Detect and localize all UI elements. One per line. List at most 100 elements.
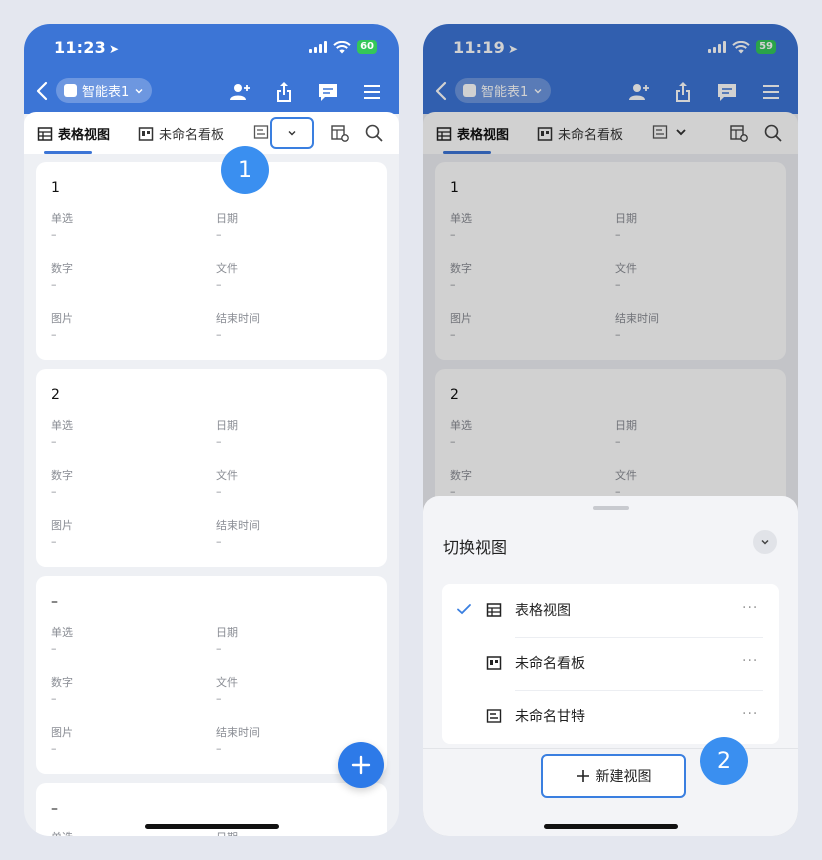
record-card-list: 1 单选 – 日期 – 数字 – 文件 – 图片 – 结束时间 – 2 单选 –… bbox=[24, 154, 399, 836]
field-label: 单选 bbox=[51, 626, 73, 639]
back-icon[interactable] bbox=[32, 79, 52, 103]
field-value: – bbox=[51, 642, 57, 655]
comment-icon bbox=[319, 84, 337, 101]
more-options-icon[interactable]: ··· bbox=[742, 706, 758, 722]
field-value: – bbox=[51, 692, 57, 705]
sheet-drag-handle[interactable] bbox=[593, 506, 629, 510]
field-label: 文件 bbox=[216, 262, 238, 275]
view-tab-bar: 表格视图 未命名看板 bbox=[24, 112, 399, 154]
cellular-signal-icon bbox=[309, 41, 328, 53]
field-value: – bbox=[51, 228, 57, 241]
field-label: 结束时间 bbox=[216, 726, 260, 739]
field-label: 日期 bbox=[216, 626, 238, 639]
field-value: – bbox=[216, 742, 222, 755]
field-value: – bbox=[51, 435, 57, 448]
collapse-sheet-button[interactable] bbox=[753, 530, 777, 554]
status-time: 11:23 ➤ bbox=[54, 38, 120, 57]
nav-row: 智能表1 bbox=[24, 74, 399, 108]
add-record-button[interactable] bbox=[338, 742, 384, 788]
field-label: 数字 bbox=[51, 262, 73, 275]
field-label: 图片 bbox=[51, 726, 73, 739]
field-label: 数字 bbox=[51, 676, 73, 689]
kanban-view-icon bbox=[138, 126, 154, 141]
grid-view-icon bbox=[486, 603, 502, 617]
doc-title-chip[interactable]: 智能表1 bbox=[56, 78, 153, 103]
field-value: – bbox=[216, 485, 222, 498]
home-indicator bbox=[145, 824, 279, 829]
location-arrow-icon: ➤ bbox=[108, 42, 120, 56]
record-title: 2 bbox=[51, 387, 60, 403]
field-value: – bbox=[51, 278, 57, 291]
field-label: 图片 bbox=[51, 312, 73, 325]
field-label: 数字 bbox=[51, 469, 73, 482]
wifi-icon bbox=[333, 40, 351, 53]
battery-icon: 60 bbox=[357, 40, 377, 54]
step-badge-1: 1 bbox=[221, 146, 269, 194]
switch-view-sheet: 切换视图 表格视图 ··· 未命名看板 ··· 未命名甘特 ··· 新建视图 bbox=[423, 496, 798, 836]
share-button[interactable] bbox=[271, 79, 297, 105]
view-item-label: 未命名甘特 bbox=[515, 709, 585, 725]
gantt-view-icon bbox=[486, 709, 502, 723]
view-settings-icon[interactable] bbox=[330, 123, 350, 143]
field-value: – bbox=[216, 278, 222, 291]
add-collaborator-button[interactable] bbox=[227, 79, 253, 105]
chevron-down-icon bbox=[135, 88, 143, 93]
comments-button[interactable] bbox=[315, 79, 341, 105]
field-label: 单选 bbox=[51, 212, 73, 225]
tab-gantt-view-partial[interactable] bbox=[253, 124, 269, 140]
doc-title: 智能表1 bbox=[82, 85, 130, 100]
tab-grid-view[interactable]: 表格视图 bbox=[37, 124, 110, 143]
view-list: 表格视图 ··· 未命名看板 ··· 未命名甘特 ··· bbox=[442, 584, 779, 744]
field-value: – bbox=[51, 485, 57, 498]
view-item-kanban[interactable]: 未命名看板 ··· bbox=[442, 637, 779, 690]
grid-view-icon bbox=[37, 126, 53, 141]
field-value: – bbox=[216, 692, 222, 705]
search-icon[interactable] bbox=[364, 123, 384, 143]
field-label: 日期 bbox=[216, 419, 238, 432]
add-person-icon bbox=[230, 84, 250, 100]
header-bar: 11:23 ➤ 60 智能表1 bbox=[24, 24, 399, 114]
view-item-label: 未命名看板 bbox=[515, 656, 585, 672]
tab-kanban-view[interactable]: 未命名看板 bbox=[138, 124, 224, 143]
field-label: 图片 bbox=[51, 519, 73, 532]
kanban-view-icon bbox=[486, 656, 502, 670]
menu-button[interactable] bbox=[359, 79, 385, 105]
field-value: – bbox=[51, 742, 57, 755]
field-value: – bbox=[51, 328, 57, 341]
field-label: 单选 bbox=[51, 419, 73, 432]
field-value: – bbox=[216, 642, 222, 655]
chevron-down-icon bbox=[761, 539, 769, 545]
more-options-icon[interactable]: ··· bbox=[742, 600, 758, 616]
view-item-label: 表格视图 bbox=[515, 603, 571, 619]
smart-sheet-icon bbox=[64, 84, 77, 97]
home-indicator bbox=[544, 824, 678, 829]
view-item-gantt[interactable]: 未命名甘特 ··· bbox=[442, 690, 779, 743]
views-dropdown-toggle[interactable] bbox=[270, 117, 314, 149]
step-badge-2: 2 bbox=[700, 737, 748, 785]
new-view-button[interactable]: 新建视图 bbox=[541, 754, 686, 798]
field-label: 日期 bbox=[216, 829, 238, 836]
field-label: 结束时间 bbox=[216, 519, 260, 532]
record-card[interactable]: – 单选 – 日期 – 数字 – 文件 – 图片 – 结束时间 – bbox=[36, 576, 387, 774]
gantt-view-icon bbox=[253, 125, 269, 139]
more-options-icon[interactable]: ··· bbox=[742, 653, 758, 669]
record-card[interactable]: 2 单选 – 日期 – 数字 – 文件 – 图片 – 结束时间 – bbox=[36, 369, 387, 567]
field-value: – bbox=[216, 535, 222, 548]
record-title: – bbox=[51, 801, 58, 817]
field-label: 文件 bbox=[216, 676, 238, 689]
record-card[interactable]: 1 单选 – 日期 – 数字 – 文件 – 图片 – 结束时间 – bbox=[36, 162, 387, 360]
chevron-down-icon bbox=[288, 131, 296, 136]
plus-icon bbox=[351, 755, 371, 775]
phone-screen-left: 11:23 ➤ 60 智能表1 表格视图 未命名看板 1 单选 – 日期 – 数… bbox=[24, 24, 399, 836]
field-value: – bbox=[216, 435, 222, 448]
field-label: 单选 bbox=[51, 829, 73, 836]
field-label: 文件 bbox=[216, 469, 238, 482]
checkmark-icon bbox=[457, 604, 471, 615]
field-label: 结束时间 bbox=[216, 312, 260, 325]
field-label: 日期 bbox=[216, 212, 238, 225]
record-title: 1 bbox=[51, 180, 60, 196]
view-item-grid[interactable]: 表格视图 ··· bbox=[442, 584, 779, 637]
new-view-label: 新建视图 bbox=[595, 769, 652, 785]
record-title: – bbox=[51, 594, 58, 610]
field-value: – bbox=[216, 228, 222, 241]
